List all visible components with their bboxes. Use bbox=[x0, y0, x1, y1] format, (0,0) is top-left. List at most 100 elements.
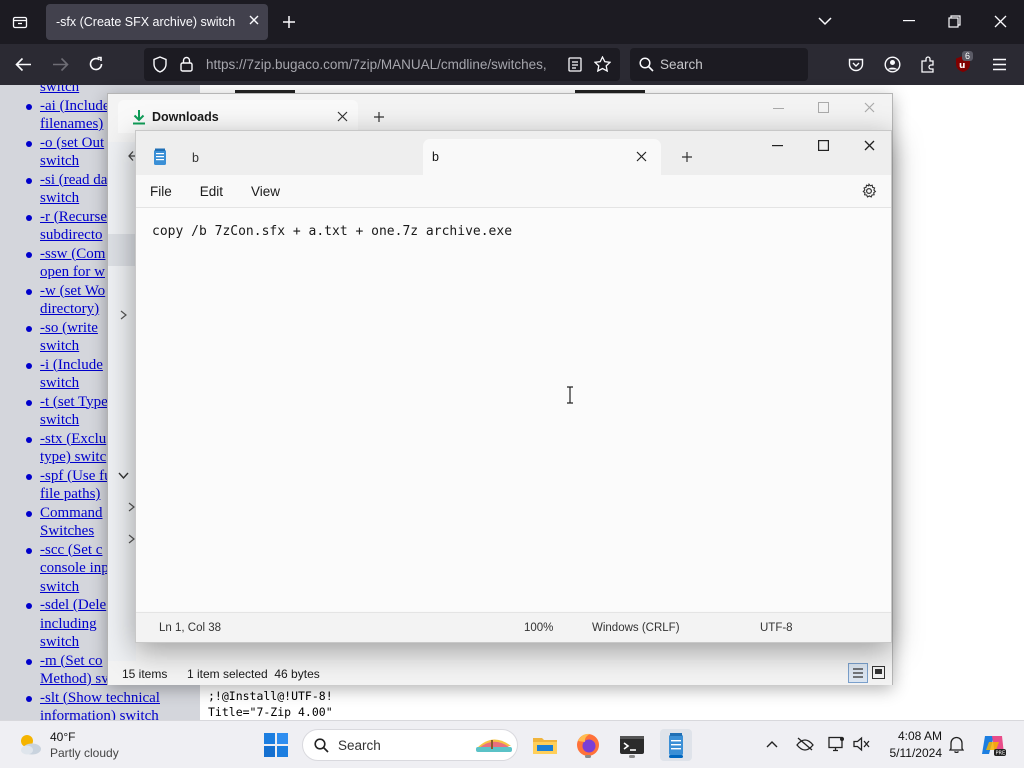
list-bullet bbox=[26, 547, 32, 554]
search-bar[interactable]: Search bbox=[630, 48, 808, 81]
folder-icon bbox=[533, 738, 557, 754]
tiles-view-icon[interactable] bbox=[872, 666, 885, 679]
weather-widget[interactable]: 40°F Partly cloudy bbox=[16, 729, 166, 763]
chevron-down-icon[interactable] bbox=[818, 16, 832, 26]
line-ending: Windows (CRLF) bbox=[592, 622, 680, 634]
list-bullet bbox=[26, 140, 32, 147]
back-icon[interactable] bbox=[15, 57, 32, 72]
weather-temp: 40°F bbox=[50, 730, 76, 744]
partly-cloudy-icon bbox=[16, 731, 44, 757]
sidebar-link[interactable]: information) switch bbox=[40, 707, 190, 720]
list-bullet bbox=[26, 177, 32, 184]
bookmark-star-icon[interactable] bbox=[594, 56, 611, 72]
list-bullet bbox=[26, 288, 32, 295]
details-view-icon[interactable] bbox=[848, 663, 868, 683]
firefox-app[interactable] bbox=[572, 729, 604, 761]
list-bullet bbox=[26, 603, 32, 609]
chevron-right-icon[interactable] bbox=[128, 534, 135, 544]
notepad-tab[interactable]: b bbox=[148, 141, 348, 175]
notepad-app[interactable] bbox=[660, 729, 692, 761]
taskbar-search[interactable]: Search bbox=[302, 729, 518, 761]
reader-view-icon[interactable] bbox=[568, 57, 582, 72]
notification-bell-icon[interactable] bbox=[949, 736, 964, 753]
sidebar-link[interactable]: -slt (Show technical bbox=[40, 689, 190, 708]
clock-date[interactable]: 5/11/2024 bbox=[884, 746, 943, 760]
restore-icon[interactable] bbox=[948, 15, 961, 28]
copilot-icon[interactable]: PRE bbox=[980, 732, 1006, 758]
download-arrow-icon bbox=[132, 109, 146, 125]
notepad-window[interactable]: b b File Edit View copy /b 7zCon.sfx + a… bbox=[135, 130, 892, 643]
active-indicator bbox=[669, 755, 683, 758]
menu-icon[interactable] bbox=[992, 58, 1007, 71]
new-tab-icon[interactable] bbox=[373, 111, 385, 123]
reload-icon[interactable] bbox=[88, 56, 104, 72]
minimize-icon[interactable] bbox=[903, 20, 915, 22]
close-tab-icon[interactable] bbox=[337, 111, 348, 122]
browser-toolbar: https://7zip.bugaco.com/7zip/MANUAL/cmdl… bbox=[0, 44, 1024, 85]
chevron-up-icon[interactable] bbox=[766, 740, 778, 748]
browser-tab-title: -sfx (Create SFX archive) switch bbox=[56, 15, 236, 29]
maximize-icon[interactable] bbox=[818, 102, 829, 113]
text-editor[interactable]: copy /b 7zCon.sfx + a.txt + one.7z archi… bbox=[136, 207, 891, 611]
clock-time[interactable]: 4:08 AM bbox=[890, 729, 942, 743]
chevron-right-icon[interactable] bbox=[120, 310, 127, 320]
list-bullet bbox=[26, 658, 32, 665]
network-offline-icon[interactable] bbox=[796, 736, 814, 752]
browser-tab-bar: -sfx (Create SFX archive) switch bbox=[0, 0, 1024, 44]
menu-view[interactable]: View bbox=[237, 184, 294, 199]
search-icon bbox=[639, 57, 654, 72]
menu-edit[interactable]: Edit bbox=[186, 184, 237, 199]
chevron-down-icon[interactable] bbox=[118, 472, 129, 479]
zoom-level: 100% bbox=[524, 622, 554, 634]
list-bullet bbox=[26, 695, 32, 702]
account-icon[interactable] bbox=[884, 56, 901, 73]
list-bullet bbox=[26, 325, 32, 332]
extensions-icon[interactable] bbox=[920, 56, 936, 73]
speaker-muted-icon[interactable] bbox=[853, 736, 871, 752]
explorer-nav-pane bbox=[108, 142, 136, 662]
minimize-icon[interactable] bbox=[772, 145, 783, 147]
code-preview: ;!@Install@!UTF-8! Title="7-Zip 4.00" bbox=[208, 688, 333, 720]
close-window-icon[interactable] bbox=[864, 140, 875, 151]
minimize-icon[interactable] bbox=[773, 108, 784, 110]
downloads-tab[interactable]: Downloads bbox=[118, 100, 358, 133]
item-count: 15 items bbox=[122, 667, 168, 681]
notepad-tab-title: b bbox=[432, 150, 439, 164]
chevron-right-icon[interactable] bbox=[128, 502, 135, 512]
notepad-tab-active[interactable]: b bbox=[423, 139, 661, 175]
list-bullet bbox=[26, 362, 32, 369]
close-tab-icon[interactable] bbox=[636, 151, 647, 162]
downloads-tab-title: Downloads bbox=[152, 109, 219, 124]
windows-start-icon[interactable] bbox=[264, 733, 288, 757]
menu-file[interactable]: File bbox=[136, 184, 186, 199]
code-line: ;!@Install@!UTF-8! bbox=[208, 689, 333, 703]
display-icon[interactable] bbox=[828, 736, 845, 752]
list-bullet bbox=[26, 436, 32, 443]
url-bar[interactable]: https://7zip.bugaco.com/7zip/MANUAL/cmdl… bbox=[144, 48, 620, 81]
editor-content[interactable]: copy /b 7zCon.sfx + a.txt + one.7z archi… bbox=[152, 224, 512, 239]
nav-selected-row[interactable] bbox=[108, 234, 136, 266]
search-highlight-icon bbox=[473, 734, 515, 756]
svg-text:PRE: PRE bbox=[996, 751, 1006, 757]
new-tab-icon[interactable] bbox=[681, 151, 693, 163]
lock-icon[interactable] bbox=[180, 56, 193, 72]
maximize-icon[interactable] bbox=[818, 140, 829, 151]
status-bar: 15 items 1 item selected 46 bytes bbox=[108, 661, 892, 685]
notepad-titlebar: b b bbox=[136, 131, 891, 175]
forward-icon[interactable] bbox=[52, 57, 69, 72]
pocket-icon[interactable] bbox=[848, 57, 864, 72]
terminal-app[interactable] bbox=[616, 729, 648, 761]
browser-tab[interactable]: -sfx (Create SFX archive) switch bbox=[46, 4, 268, 40]
list-bullet bbox=[26, 510, 32, 517]
close-tab-icon[interactable] bbox=[248, 14, 260, 26]
text-cursor-icon bbox=[566, 386, 574, 404]
close-window-icon[interactable] bbox=[864, 102, 875, 113]
tracking-shield-icon[interactable] bbox=[152, 56, 168, 73]
notepad-status-bar: Ln 1, Col 38 100% Windows (CRLF) UTF-8 bbox=[136, 612, 891, 642]
tab-list-icon[interactable] bbox=[12, 14, 28, 30]
close-window-icon[interactable] bbox=[994, 15, 1007, 28]
new-tab-icon[interactable] bbox=[282, 15, 296, 29]
file-explorer-app[interactable] bbox=[529, 729, 561, 761]
extensions-badge: 6 bbox=[962, 51, 974, 61]
gear-icon[interactable] bbox=[861, 183, 877, 199]
